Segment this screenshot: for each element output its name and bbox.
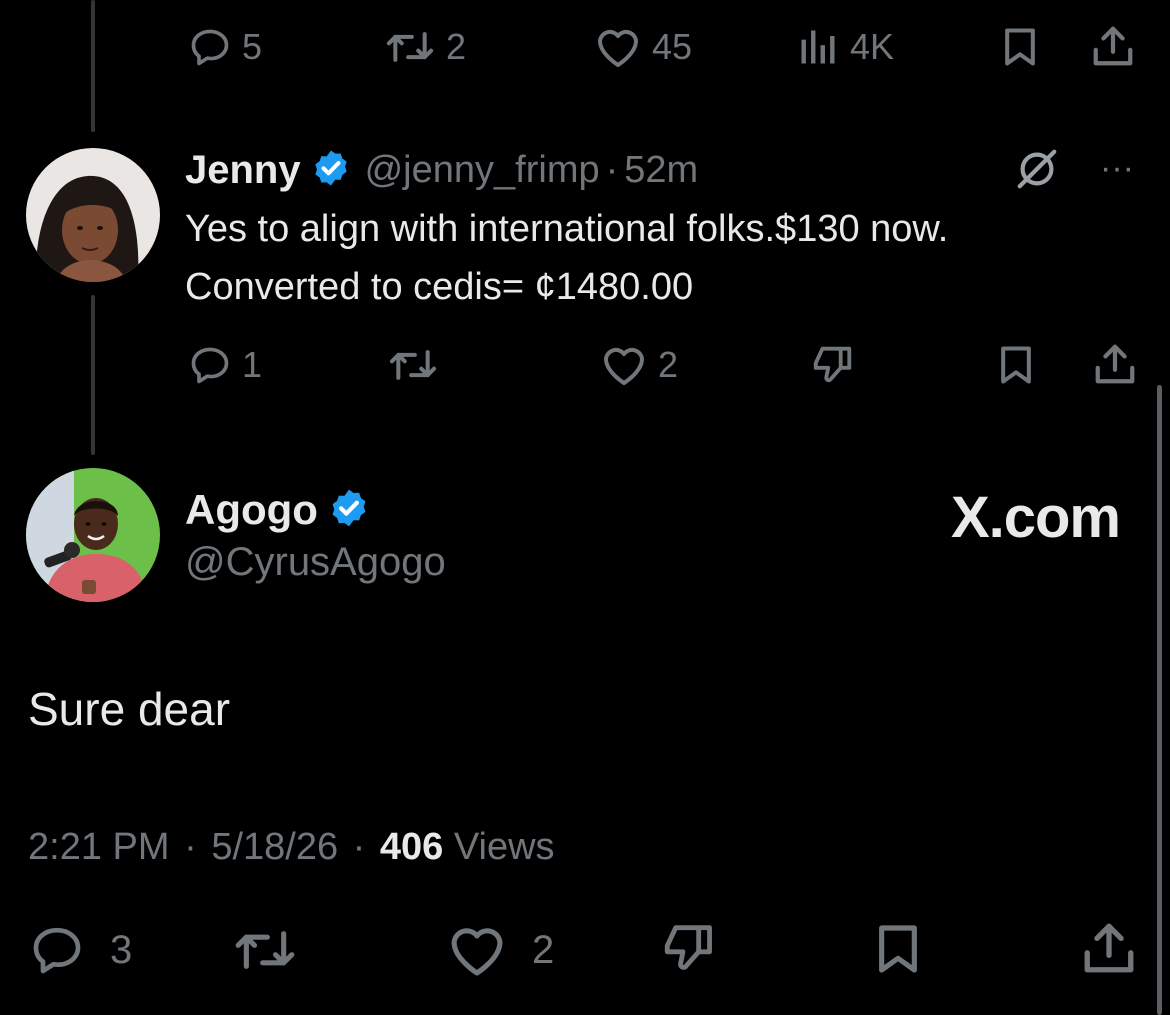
share-icon	[1090, 22, 1136, 70]
top-like-count: 45	[652, 26, 693, 67]
thread-line-top	[91, 0, 95, 132]
top-repost-count: 2	[446, 26, 467, 67]
main-tweet-date[interactable]: 5/18/26	[211, 826, 338, 868]
jenny-handle[interactable]: @jenny_frimp	[365, 149, 600, 192]
agogo-handle[interactable]: @CyrusAgogo	[185, 540, 446, 585]
more-icon: ···	[1100, 149, 1134, 187]
top-reply-button[interactable]: 5	[188, 25, 262, 69]
main-like-button[interactable]: 2	[446, 922, 554, 978]
top-repost-button[interactable]: 2	[384, 25, 466, 69]
main-like-count: 2	[532, 928, 555, 972]
reply-icon	[28, 922, 86, 978]
jenny-tweet-line-1: Yes to align with international folks.$1…	[185, 208, 949, 250]
top-views-button[interactable]: 4K	[796, 25, 894, 69]
main-reply-count: 3	[110, 928, 133, 972]
jenny-dislike-button[interactable]	[808, 341, 858, 387]
main-tweet-views-label: Views	[453, 826, 555, 868]
reply-icon	[188, 343, 232, 387]
agogo-name-row: Agogo	[185, 484, 370, 536]
jenny-avatar[interactable]	[26, 148, 160, 282]
top-bookmark-button[interactable]	[998, 24, 1042, 70]
share-icon	[1080, 918, 1138, 978]
dislike-icon	[808, 341, 858, 387]
like-icon	[594, 25, 642, 69]
jenny-reply-count: 1	[242, 344, 263, 385]
jenny-header: Jenny @jenny_frimp · 52m	[185, 146, 698, 194]
jenny-share-button[interactable]	[1092, 340, 1138, 388]
scrollbar[interactable]	[1157, 385, 1162, 1015]
verified-badge-icon	[328, 487, 370, 534]
repost-icon	[384, 25, 436, 69]
top-reply-count: 5	[242, 26, 263, 67]
main-dislike-button[interactable]	[658, 918, 720, 976]
main-reply-button[interactable]: 3	[28, 922, 132, 978]
thread-line-middle	[91, 295, 95, 455]
reply-icon	[188, 25, 232, 69]
jenny-like-button[interactable]: 2	[600, 343, 678, 387]
grok-button[interactable]	[1014, 146, 1060, 192]
top-views-count: 4K	[850, 26, 895, 67]
more-button[interactable]: ···	[1092, 146, 1142, 190]
main-tweet-views-count: 406	[379, 826, 444, 868]
jenny-separator: ·	[605, 148, 619, 191]
like-icon	[446, 922, 508, 978]
top-like-button[interactable]: 45	[594, 25, 692, 69]
main-bookmark-button[interactable]	[870, 920, 926, 978]
main-tweet-time[interactable]: 2:21 PM	[28, 826, 170, 868]
jenny-name[interactable]: Jenny	[185, 148, 301, 193]
jenny-time[interactable]: 52m	[624, 149, 698, 192]
jenny-reply-button[interactable]: 1	[188, 343, 262, 387]
verified-badge-icon	[311, 148, 351, 193]
jenny-tweet-line-2: Converted to cedis= ¢1480.00	[185, 266, 694, 308]
main-tweet-text: Sure dear	[28, 683, 231, 735]
meta-separator-1: ·	[184, 826, 197, 868]
grok-icon	[1014, 146, 1060, 192]
agogo-avatar[interactable]	[26, 468, 160, 602]
repost-icon	[387, 343, 439, 387]
dislike-icon	[658, 918, 720, 976]
agogo-name[interactable]: Agogo	[185, 486, 318, 534]
jenny-like-count: 2	[658, 344, 679, 385]
repost-icon	[232, 922, 298, 978]
main-repost-button[interactable]	[232, 922, 298, 978]
x-com-watermark: X.com	[950, 485, 1121, 550]
bookmark-icon	[994, 342, 1038, 388]
meta-separator-2: ·	[352, 826, 366, 868]
jenny-bookmark-button[interactable]	[994, 342, 1038, 388]
jenny-repost-button[interactable]	[387, 343, 439, 387]
share-icon	[1092, 340, 1138, 388]
like-icon	[600, 343, 648, 387]
main-tweet-meta: 2:21 PM · 5/18/26 · 406 Views	[28, 826, 555, 869]
jenny-tweet-text: Yes to align with international folks.$1…	[185, 200, 1145, 316]
main-share-button[interactable]	[1080, 918, 1138, 978]
bookmark-icon	[870, 920, 926, 978]
views-icon	[796, 25, 840, 69]
top-share-button[interactable]	[1090, 22, 1136, 70]
bookmark-icon	[998, 24, 1042, 70]
